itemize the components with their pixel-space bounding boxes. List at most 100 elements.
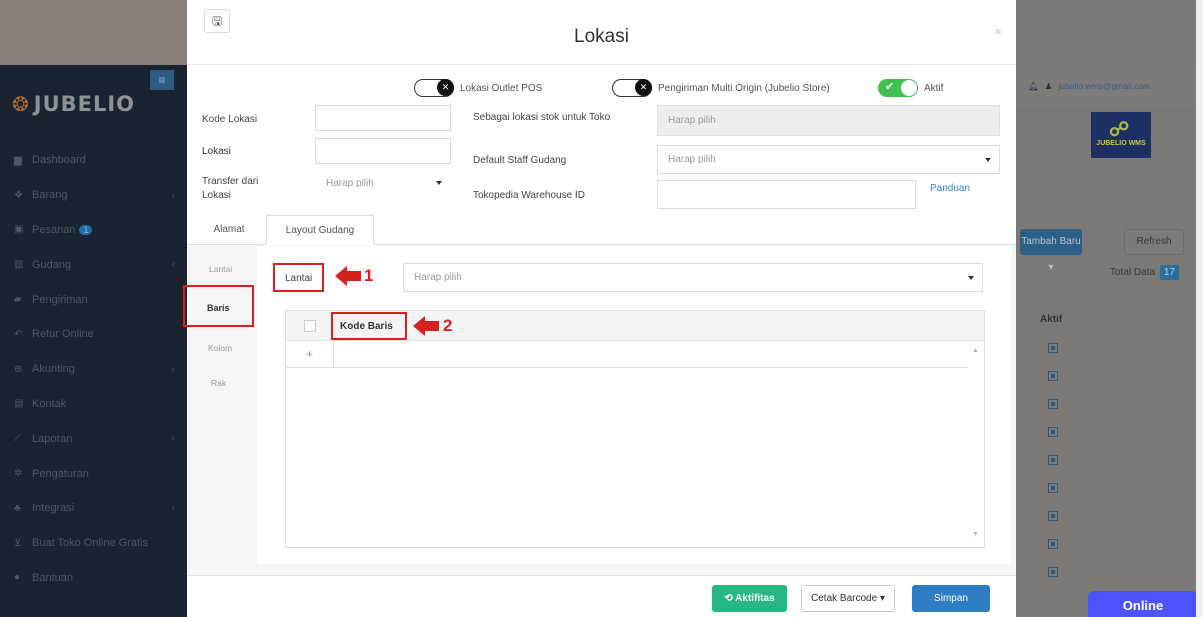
sidebar-item-pengaturan[interactable]: ✲ Pengaturan <box>0 456 187 491</box>
tambah-baru-button[interactable]: Tambah Baru ▾ <box>1020 229 1082 273</box>
sidebar-item-label: Kontak <box>32 397 67 410</box>
staff-gudang-select[interactable]: Harap pilih <box>657 145 1000 174</box>
sidebar-item-buat-toko-online-gratis[interactable]: ⊻ Buat Toko Online Gratis <box>0 526 187 561</box>
annotation-number-1: 1 <box>364 266 374 285</box>
tab-alamat[interactable]: Alamat <box>199 215 259 245</box>
sidebar-item-label: Buat Toko Online Gratis <box>32 537 148 550</box>
toggle-knob-x-icon: ✕ <box>437 79 454 96</box>
toggle-aktif[interactable]: ✔ Aktif <box>878 78 943 98</box>
sidebar-item-label: Pengaturan <box>32 467 89 480</box>
grid-new-row[interactable] <box>334 341 968 368</box>
toggle-switch-off[interactable]: ✕ <box>414 79 454 97</box>
aktif-checkbox[interactable] <box>1048 539 1058 549</box>
tab-bar: Alamat Layout Gudang <box>187 215 1016 245</box>
user-bar: 🔔︎ ♟ jubelio.wms@gmail.com <box>1016 65 1203 107</box>
transfer-lokasi-label-line2: Lokasi <box>202 190 231 201</box>
sidebar-item-akunting[interactable]: ⊕ Akunting ‹ <box>0 352 187 387</box>
sidebar-menu: ▆ Dashboard ❖ Barang ‹ ▣ Pesanan 1 ▥ Gudang ‹ ▰ Peng… <box>0 143 187 595</box>
wms-logo: ☍ JUBELIO WMS <box>1091 112 1151 158</box>
toggle-switch-off[interactable]: ✕ <box>612 79 652 97</box>
sidebar-item-pesanan[interactable]: ▣ Pesanan 1 <box>0 213 187 248</box>
highlight-box-lantai <box>273 263 324 292</box>
tokopedia-warehouse-input[interactable] <box>657 180 916 209</box>
lokasi-label: Lokasi <box>202 146 231 157</box>
aktif-column-header: Aktif <box>1040 314 1063 325</box>
aktif-checkbox[interactable] <box>1048 343 1058 353</box>
sidebar-item-retur-online[interactable]: ↶ Retur Online <box>0 317 187 352</box>
transfer-lokasi-placeholder: Harap pilih <box>326 178 374 189</box>
aktif-checkbox[interactable] <box>1048 483 1058 493</box>
chevron-left-icon: ‹ <box>171 502 175 514</box>
toggle-multi-origin[interactable]: ✕ Pengiriman Multi Origin (Jubelio Store… <box>612 78 830 98</box>
toggle-multi-origin-label: Pengiriman Multi Origin (Jubelio Store) <box>658 82 830 94</box>
sidebar-item-label: Barang <box>32 189 68 202</box>
aktif-checkbox[interactable] <box>1048 511 1058 521</box>
sidebar-item-barang[interactable]: ❖ Barang ‹ <box>0 178 187 213</box>
modal-header: 🖫 Lokasi × <box>187 0 1016 65</box>
sidebar-item-dashboard[interactable]: ▆ Dashboard <box>0 143 187 178</box>
sidebar-item-label: Dashboard <box>32 154 86 167</box>
line-chart-icon: ⟋ <box>14 433 21 445</box>
aktif-checkbox[interactable] <box>1048 567 1058 577</box>
sidebar: ≡ ❂ JUBELIO ▆ Dashboard ❖ Barang ‹ ▣ Pesanan 1 ▥… <box>0 65 187 617</box>
tab-layout-gudang[interactable]: Layout Gudang <box>266 215 374 245</box>
user-email[interactable]: jubelio.wms@gmail.com <box>1058 81 1150 91</box>
chevron-down-icon <box>436 181 442 185</box>
kode-lokasi-input[interactable] <box>315 105 451 131</box>
sidebar-item-pengiriman[interactable]: ▰ Pengiriman <box>0 282 187 317</box>
lantai-placeholder: Harap pilih <box>414 272 462 283</box>
aktif-checkbox[interactable] <box>1048 455 1058 465</box>
aktifitas-button[interactable]: ⟲ Aktifitas <box>712 585 787 612</box>
sidebar-item-label: Pengiriman <box>32 293 88 306</box>
simpan-button[interactable]: Simpan <box>912 585 990 612</box>
sidebar-item-gudang[interactable]: ▥ Gudang ‹ <box>0 247 187 282</box>
cetak-barcode-button[interactable]: Cetak Barcode ▾ <box>801 585 895 612</box>
money-icon: ⊕ <box>14 363 23 375</box>
annotation-arrow-1-shaft <box>347 271 361 281</box>
transfer-lokasi-select[interactable]: Harap pilih <box>315 171 451 197</box>
toggle-switch-on[interactable]: ✔ <box>878 79 918 97</box>
lokasi-input[interactable] <box>315 138 451 164</box>
chevron-down-icon <box>968 276 974 280</box>
sidebar-item-label: Integrasi <box>32 502 75 515</box>
refresh-button[interactable]: Refresh <box>1124 229 1184 255</box>
sidebar-item-integrasi[interactable]: ♣ Integrasi ‹ <box>0 491 187 526</box>
check-icon: ✔ <box>885 81 895 93</box>
highlight-box-baris <box>183 285 254 327</box>
lantai-select[interactable]: Harap pilih <box>403 263 983 292</box>
sidebar-item-label: Pesanan <box>32 223 76 236</box>
scroll-down-icon[interactable]: ▼ <box>972 531 979 538</box>
brand-logo: ❂ JUBELIO <box>12 92 135 116</box>
lokasi-modal: 🖫 Lokasi × ✕ Lokasi Outlet POS ✕ Pengiri… <box>183 0 1016 617</box>
tokopedia-warehouse-label: Tokopedia Warehouse ID <box>473 190 585 201</box>
sidebar-item-bantuan[interactable]: ● Bantuan <box>0 561 187 596</box>
sidebar-item-kontak[interactable]: ▤ Kontak <box>0 387 187 422</box>
aktif-checkbox[interactable] <box>1048 399 1058 409</box>
sidebar-item-laporan[interactable]: ⟋ Laporan ‹ <box>0 421 187 456</box>
brand-mark-icon: ❂ <box>12 92 30 116</box>
background-page: 🔔︎ ♟ jubelio.wms@gmail.com ☍ JUBELIO WMS… <box>1016 0 1203 617</box>
panduan-link[interactable]: Panduan <box>930 183 970 194</box>
gears-icon: ✲ <box>14 468 23 480</box>
subnav-lantai[interactable]: Lantai <box>209 264 232 274</box>
online-chat-button[interactable]: Online <box>1088 591 1198 617</box>
menu-toggle-icon[interactable]: ≡ <box>150 70 174 90</box>
sitemap-icon: ♣ <box>14 502 21 514</box>
subnav-kolom[interactable]: Kolom <box>208 343 232 353</box>
annotation-number-2: 2 <box>443 316 453 335</box>
aktif-checkbox[interactable] <box>1048 427 1058 437</box>
select-all-checkbox[interactable] <box>304 320 316 332</box>
subnav-rak[interactable]: Rak <box>211 378 226 388</box>
page-scrollbar[interactable] <box>1196 0 1203 617</box>
add-row-icon[interactable]: + <box>286 341 334 368</box>
scroll-up-icon[interactable]: ▲ <box>972 347 979 354</box>
stok-toko-select[interactable]: Harap pilih <box>657 105 1000 136</box>
box-icon: ❖ <box>14 189 23 201</box>
modal-title: Lokasi <box>574 26 629 47</box>
brand-name: JUBELIO <box>33 92 136 116</box>
close-icon[interactable]: × <box>994 24 1002 39</box>
aktif-checkbox[interactable] <box>1048 371 1058 381</box>
bell-icon[interactable]: 🔔︎ <box>1028 81 1039 92</box>
sidebar-item-label: Laporan <box>32 432 73 445</box>
toggle-outlet-pos[interactable]: ✕ Lokasi Outlet POS <box>414 78 542 98</box>
